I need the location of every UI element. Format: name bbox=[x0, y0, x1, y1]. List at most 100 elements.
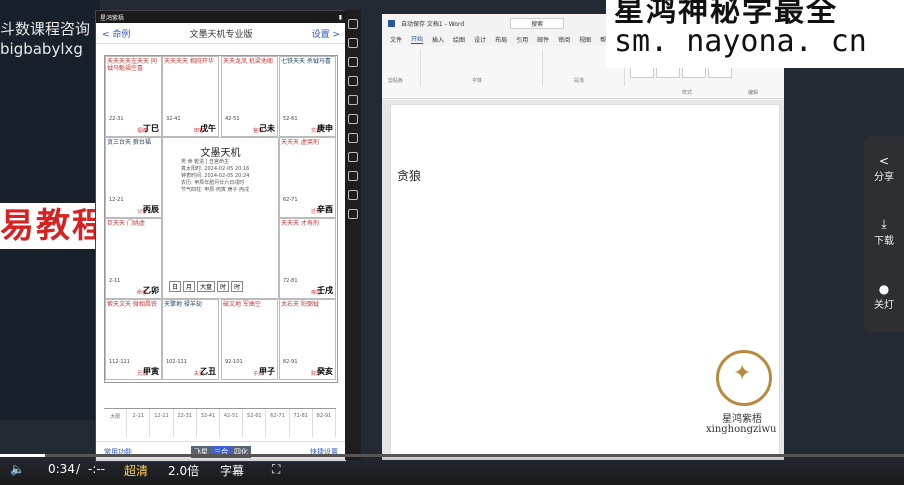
toolbar-icon[interactable] bbox=[348, 171, 358, 181]
settings-button[interactable]: 设置 > bbox=[312, 27, 340, 40]
tab-references[interactable]: 引用 bbox=[516, 35, 528, 44]
subtitle-button[interactable]: 字幕 bbox=[220, 462, 244, 479]
timeline-cell[interactable]: 22-31 bbox=[174, 409, 197, 437]
document-text[interactable]: 贪狼 bbox=[397, 167, 421, 184]
tab-view[interactable]: 视图 bbox=[579, 35, 591, 44]
phone-status-bar: 星鸿紫梧 ▮ bbox=[96, 11, 346, 23]
toolbar-icon[interactable] bbox=[348, 190, 358, 200]
consult-text: 斗数课程咨询 bbox=[0, 20, 91, 38]
timeline-cell: 大限 bbox=[104, 409, 128, 437]
watermark-url: sm. nayona. cn bbox=[614, 24, 867, 59]
palace-cell[interactable]: 紫天文天 微相昌铁 112-121 兄弟 甲寅 bbox=[105, 299, 162, 380]
scope-button[interactable]: 时 bbox=[217, 281, 230, 292]
font-group[interactable]: 字体 bbox=[422, 50, 543, 86]
timeline-cell[interactable]: 72-81 bbox=[290, 409, 313, 437]
duration: -:-- bbox=[88, 462, 106, 476]
speed-button[interactable]: 2.0倍 bbox=[168, 462, 199, 479]
timeline-cell[interactable]: 62-71 bbox=[266, 409, 290, 437]
toolbar-icon[interactable] bbox=[348, 95, 358, 105]
palace-cell[interactable]: 天天龙凤 机梁池阁 42-51 官禄 己未 bbox=[221, 56, 278, 137]
back-button[interactable]: < 命例 bbox=[102, 27, 130, 40]
brand-name-cn: 星鸿紫梧 bbox=[722, 414, 762, 425]
palace-cell[interactable]: 天天天 才寿刑 72-81 疾厄 壬戌 bbox=[279, 218, 336, 299]
search-box[interactable]: 搜索 bbox=[510, 17, 565, 29]
styles-group-label: 样式 bbox=[682, 90, 693, 96]
tab-home[interactable]: 开始 bbox=[411, 34, 424, 44]
progress-fill bbox=[0, 454, 46, 457]
palace-cell[interactable]: 天天天 虚哭刑 62-71 迁移 辛酉 bbox=[279, 137, 336, 218]
light-button[interactable]: ● 关灯 bbox=[864, 264, 904, 328]
timeline-cell[interactable]: 32-41 bbox=[197, 409, 221, 437]
timeline-cell[interactable]: 42-51 bbox=[220, 409, 244, 437]
center-line: 真太阳时: 2024-02-05 20:16 bbox=[181, 166, 250, 172]
current-time: 0:34 bbox=[48, 462, 75, 476]
scope-button[interactable]: 时 bbox=[231, 281, 244, 292]
side-action-panel: < 分享 ⤓ 下载 ● 关灯 bbox=[864, 136, 904, 332]
tab-design[interactable]: 设计 bbox=[474, 35, 486, 44]
toolbar-icon[interactable] bbox=[348, 19, 358, 29]
save-icon[interactable] bbox=[388, 19, 395, 27]
center-line: 男 命 乾造 | 丑宫命主 bbox=[181, 159, 230, 165]
center-line: 节气四柱: 甲辰 丙寅 庚子 丙戌 bbox=[181, 187, 250, 193]
palace-cell[interactable]: 天擎地 禄羊劫 102-111 夫妻 乙丑 bbox=[162, 299, 219, 380]
video-player-bar: 🔈 0:34 / -:-- 超清 2.0倍 字幕 ⛶ bbox=[0, 454, 904, 485]
editing-group-label: 编辑 bbox=[748, 90, 759, 96]
volume-icon[interactable]: 🔈 bbox=[10, 462, 25, 476]
palace-cell[interactable]: 天天天天 相府开华 32-41 田宅 戊午 bbox=[162, 56, 219, 137]
center-line: 钟表时间: 2024-02-05 20:24 bbox=[181, 173, 250, 179]
palace-cell[interactable]: 太右天 阳弼钺 82-91 财帛 癸亥 bbox=[279, 299, 336, 380]
share-button[interactable]: < 分享 bbox=[864, 136, 904, 200]
tab-layout[interactable]: 布局 bbox=[495, 35, 507, 44]
app-header: < 命例 文墨天机专业版 设置 > bbox=[96, 23, 346, 44]
download-icon: ⤓ bbox=[881, 217, 887, 231]
consult-id: bigbabylxg bbox=[0, 40, 83, 58]
clipboard-group[interactable]: 剪贴板 bbox=[384, 50, 421, 86]
scope-button[interactable]: 大盘 bbox=[197, 281, 216, 292]
time-separator: / bbox=[76, 462, 81, 476]
toolbar-icon[interactable] bbox=[348, 133, 358, 143]
battery-icon: ▮ bbox=[338, 13, 342, 21]
palace-cell[interactable]: 破文地 军曲空 92-101 子女 甲子 bbox=[221, 299, 278, 380]
download-button[interactable]: ⤓ 下载 bbox=[864, 200, 904, 264]
brand-logo-icon bbox=[716, 350, 772, 406]
watermark-box: 星鸿神秘学最全 sm. nayona. cn bbox=[606, 0, 904, 68]
tab-insert[interactable]: 插入 bbox=[432, 35, 444, 44]
toolbar-icon[interactable] bbox=[348, 152, 358, 162]
palace-cell[interactable]: 巨天天 门姚虚 2-11 命宫 乙卯 bbox=[105, 218, 162, 299]
tab-review[interactable]: 审阅 bbox=[558, 35, 570, 44]
toolbar-icon[interactable] bbox=[348, 38, 358, 48]
scope-button[interactable]: 日 bbox=[169, 281, 182, 292]
scope-button[interactable]: 月 bbox=[183, 281, 196, 292]
progress-bar[interactable] bbox=[0, 454, 904, 457]
palace-cell[interactable]: 天天天天左天天 同钺马魁福空喜 22-31 福德 丁巳 bbox=[105, 56, 162, 137]
brand-name-en: xinghongziwu bbox=[706, 424, 777, 435]
document-page[interactable]: 贪狼 bbox=[390, 104, 780, 456]
toolbar-icon[interactable] bbox=[348, 57, 358, 67]
center-title: 文墨天机 bbox=[200, 148, 241, 159]
status-app-name: 星鸿紫梧 bbox=[100, 14, 125, 22]
timeline-cell[interactable]: 82-91 bbox=[313, 409, 337, 437]
scope-buttons: 日 月 大盘 时 时 bbox=[169, 281, 244, 292]
tab-mailings[interactable]: 邮件 bbox=[537, 35, 549, 44]
emulator-toolbar bbox=[345, 10, 361, 460]
timeline-cell[interactable]: 12-21 bbox=[150, 409, 174, 437]
fullscreen-icon[interactable]: ⛶ bbox=[272, 462, 280, 477]
tab-draw[interactable]: 绘图 bbox=[453, 35, 465, 44]
ziwei-chart: 天天天天左天天 同钺马魁福空喜 22-31 福德 丁巳 天天天天 相府开华 32-41 田… bbox=[104, 55, 338, 383]
tab-file[interactable]: 文件 bbox=[390, 35, 402, 44]
palace-cell[interactable]: 贪三台天 狼台福 12-21 父母 丙辰 bbox=[105, 137, 162, 218]
toolbar-icon[interactable] bbox=[348, 114, 358, 124]
center-line: 农历: 甲辰年腊月廿六日戌时 bbox=[181, 180, 245, 186]
timeline-cell[interactable]: 2-11 bbox=[127, 409, 151, 437]
word-title: 自动保存 文档1 - Word bbox=[401, 20, 465, 28]
palace-cell[interactable]: 七铁天天 杀钺马喜 52-61 交友 庚申 bbox=[279, 56, 336, 137]
light-icon: ● bbox=[878, 281, 890, 296]
timeline-cell[interactable]: 52-61 bbox=[243, 409, 267, 437]
phone-emulator: 星鸿紫梧 ▮ < 命例 文墨天机专业版 设置 > 天天天天左天天 同钺马魁福空喜… bbox=[95, 10, 347, 462]
chart-center-panel: 文墨天机 男 命 乾造 | 丑宫命主 真太阳时: 2024-02-05 20:1… bbox=[162, 137, 279, 299]
decade-timeline: 大限 2-11 12-21 22-31 32-41 42-51 52-61 62… bbox=[104, 408, 337, 437]
toolbar-icon[interactable] bbox=[348, 76, 358, 86]
quality-button[interactable]: 超清 bbox=[124, 462, 148, 479]
toolbar-icon[interactable] bbox=[348, 209, 358, 219]
share-icon: < bbox=[878, 153, 890, 168]
